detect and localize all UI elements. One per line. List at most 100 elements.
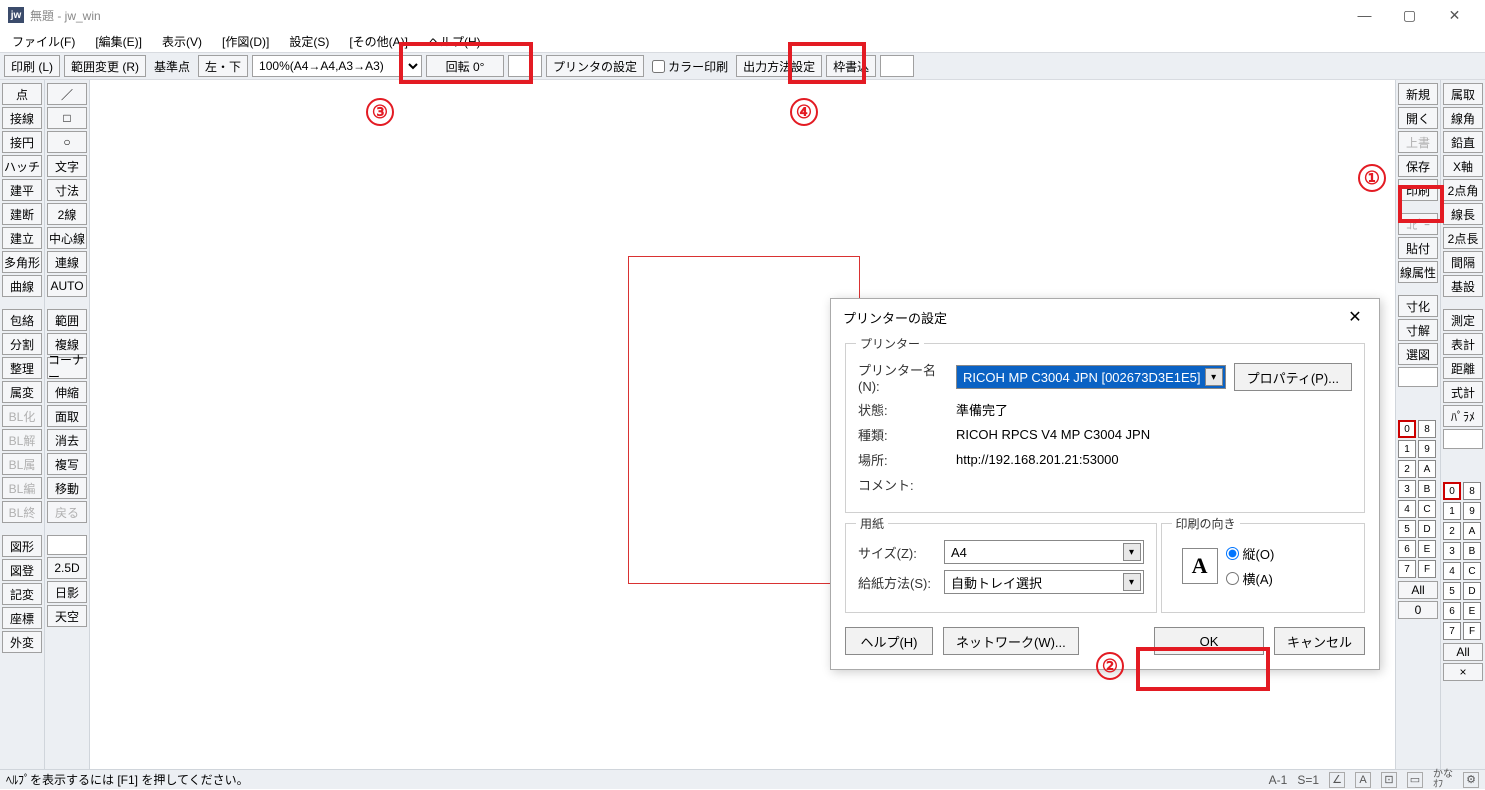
rtool2-ﾊﾟﾗﾒ[interactable]: ﾊﾟﾗﾒ (1443, 405, 1483, 427)
tool-接円[interactable]: 接円 (2, 131, 42, 153)
minimize-button[interactable]: — (1342, 0, 1387, 30)
menu-draw[interactable]: [作図(D)] (216, 31, 275, 52)
rotate-button[interactable]: 回転 0° (426, 55, 504, 77)
menu-help[interactable]: ヘルプ(H) (422, 31, 487, 52)
tool-接線[interactable]: 接線 (2, 107, 42, 129)
layer-cell[interactable]: 0 (1398, 420, 1416, 438)
layer-cell[interactable]: D (1418, 520, 1436, 538)
tool-BL終[interactable]: BL終 (2, 501, 42, 523)
landscape-radio-input[interactable] (1226, 572, 1239, 585)
layergrp-x[interactable]: × (1443, 663, 1483, 681)
rtool-ｺﾋﾟｰ[interactable]: ｺﾋﾟｰ (1398, 213, 1438, 235)
properties-button[interactable]: プロパティ(P)... (1234, 363, 1352, 391)
tool-連線[interactable]: 連線 (47, 251, 87, 273)
tool-建断[interactable]: 建断 (2, 203, 42, 225)
portrait-radio-input[interactable] (1226, 547, 1239, 560)
rtool-寸解[interactable]: 寸解 (1398, 319, 1438, 341)
tool-AUTO[interactable]: AUTO (47, 275, 87, 297)
menu-edit[interactable]: [編集(E)] (89, 31, 148, 52)
tool-伸縮[interactable]: 伸縮 (47, 381, 87, 403)
tool-図形[interactable]: 図形 (2, 535, 42, 557)
tool-消去[interactable]: 消去 (47, 429, 87, 451)
layer-cell[interactable]: 6 (1398, 540, 1416, 558)
layergrp-cell[interactable]: 8 (1463, 482, 1481, 500)
tool-BL解[interactable]: BL解 (2, 429, 42, 451)
tool-BL編[interactable]: BL編 (2, 477, 42, 499)
layergrp-cell[interactable]: 7 (1443, 622, 1461, 640)
layergrp-cell[interactable]: F (1463, 622, 1481, 640)
tool-BL化[interactable]: BL化 (2, 405, 42, 427)
rtool-印刷[interactable]: 印刷 (1398, 179, 1438, 201)
tool-移動[interactable]: 移動 (47, 477, 87, 499)
layer-cell[interactable]: F (1418, 560, 1436, 578)
layer-cell[interactable]: B (1418, 480, 1436, 498)
tool-コーナー[interactable]: コーナー (47, 357, 87, 379)
paper-size-select[interactable]: A4 ▾ (944, 540, 1144, 564)
tool-多角形[interactable]: 多角形 (2, 251, 42, 273)
layergrp-cell[interactable]: 2 (1443, 522, 1461, 540)
tool-外変[interactable]: 外変 (2, 631, 42, 653)
basepoint-value-button[interactable]: 左・下 (198, 55, 248, 77)
layer-cell[interactable]: 9 (1418, 440, 1436, 458)
layer-cell[interactable]: C (1418, 500, 1436, 518)
right-input[interactable] (1398, 367, 1438, 387)
layergrp-cell[interactable]: A (1463, 522, 1481, 540)
layergrp-cell[interactable]: 3 (1443, 542, 1461, 560)
layer-cell[interactable]: 7 (1398, 560, 1416, 578)
layer-cell[interactable]: 4 (1398, 500, 1416, 518)
tool-BL属[interactable]: BL属 (2, 453, 42, 475)
rtool2-表計[interactable]: 表計 (1443, 333, 1483, 355)
landscape-radio[interactable]: 横(A) (1226, 569, 1352, 588)
window-icon[interactable]: ▭ (1407, 772, 1423, 788)
tool-input[interactable] (47, 535, 87, 555)
tool-中心線[interactable]: 中心線 (47, 227, 87, 249)
angle-icon[interactable]: ∠ (1329, 772, 1345, 788)
portrait-radio[interactable]: 縦(O) (1226, 544, 1352, 563)
tool-日影[interactable]: 日影 (47, 581, 87, 603)
settings-gear-icon[interactable]: ⚙ (1463, 772, 1479, 788)
range-change-button[interactable]: 範囲変更 (R) (64, 55, 146, 77)
rtool-新規[interactable]: 新規 (1398, 83, 1438, 105)
help-button[interactable]: ヘルプ(H) (845, 627, 933, 655)
layer-cell[interactable]: 5 (1398, 520, 1416, 538)
tool-□[interactable]: □ (47, 107, 87, 129)
rtool2-測定[interactable]: 測定 (1443, 309, 1483, 331)
tool-文字[interactable]: 文字 (47, 155, 87, 177)
menu-other[interactable]: [その他(A)] (343, 31, 414, 52)
rtool2-基設[interactable]: 基設 (1443, 275, 1483, 297)
layergrp-cell[interactable]: 5 (1443, 582, 1461, 600)
menu-file[interactable]: ファイル(F) (6, 31, 81, 52)
layer-cell[interactable]: 3 (1398, 480, 1416, 498)
frame-write-button[interactable]: 枠書込 (826, 55, 876, 77)
rtool2-線角[interactable]: 線角 (1443, 107, 1483, 129)
tool-分割[interactable]: 分割 (2, 333, 42, 355)
color-print-check[interactable]: カラー印刷 (648, 58, 732, 75)
color-print-checkbox[interactable] (652, 60, 665, 73)
rtool2-鉛直[interactable]: 鉛直 (1443, 131, 1483, 153)
layer-all[interactable]: All (1398, 581, 1438, 599)
layer-cell[interactable]: 2 (1398, 460, 1416, 478)
layergrp-cell[interactable]: 6 (1443, 602, 1461, 620)
rtool2-線長[interactable]: 線長 (1443, 203, 1483, 225)
layergrp-cell[interactable]: 4 (1443, 562, 1461, 580)
rtool2-属取[interactable]: 属取 (1443, 83, 1483, 105)
print-button[interactable]: 印刷 (L) (4, 55, 60, 77)
maximize-button[interactable]: ▢ (1387, 0, 1432, 30)
rtool2-距離[interactable]: 距離 (1443, 357, 1483, 379)
right-input-2[interactable] (1443, 429, 1483, 449)
dialog-close-button[interactable]: ✕ (1343, 307, 1367, 327)
tool-天空[interactable]: 天空 (47, 605, 87, 627)
tool-ハッチ[interactable]: ハッチ (2, 155, 42, 177)
rtool-保存[interactable]: 保存 (1398, 155, 1438, 177)
menu-settings[interactable]: 設定(S) (283, 31, 335, 52)
layergrp-cell[interactable]: 0 (1443, 482, 1461, 500)
tool-建立[interactable]: 建立 (2, 227, 42, 249)
tool-属変[interactable]: 属変 (2, 381, 42, 403)
cancel-button[interactable]: キャンセル (1274, 627, 1365, 655)
scale-select[interactable]: 100%(A4→A4,A3→A3) (252, 55, 422, 77)
tool-整理[interactable]: 整理 (2, 357, 42, 379)
layergrp-cell[interactable]: C (1463, 562, 1481, 580)
output-method-button[interactable]: 出力方法設定 (736, 55, 822, 77)
tool-図登[interactable]: 図登 (2, 559, 42, 581)
tool-複写[interactable]: 複写 (47, 453, 87, 475)
